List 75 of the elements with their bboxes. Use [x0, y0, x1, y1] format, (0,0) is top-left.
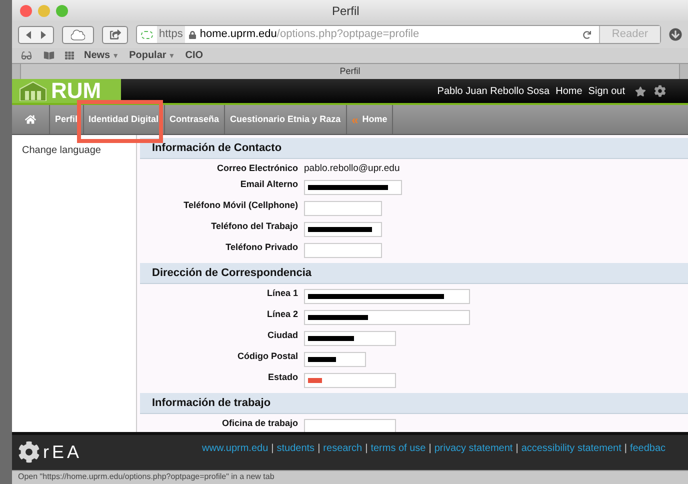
field-label: Línea 1 [266, 287, 299, 300]
footer-link[interactable]: terms of use [370, 441, 426, 456]
share-button[interactable] [102, 26, 128, 44]
nav-tab[interactable]: « Home [346, 105, 394, 134]
rum-logo: RUM [12, 79, 121, 103]
home-icon [25, 114, 36, 125]
star-icon [635, 86, 646, 96]
field-label: Teléfono Privado [224, 241, 299, 254]
nav-tab[interactable]: Perfil [50, 105, 84, 134]
field-value: pablo.rebollo@upr.edu [304, 162, 400, 176]
field-label: Estado [266, 371, 299, 384]
input-field[interactable] [304, 180, 402, 195]
bookmarks-icon [43, 51, 55, 60]
field-label: Ciudad [266, 329, 299, 342]
gear-logo-icon [18, 441, 40, 463]
url-text: home.uprm.edu/options.php?optpage=profile [200, 27, 420, 42]
footer-link[interactable]: privacy statement [434, 441, 513, 456]
window-title: Perfil [332, 2, 360, 20]
input-field[interactable] [304, 331, 396, 346]
sidebar-link[interactable]: Change language [22, 143, 136, 158]
user-name: Pablo Juan Rebollo Sosa [437, 84, 550, 98]
footer-link[interactable]: accessibility statement [521, 441, 622, 456]
link-separator: | [365, 442, 368, 456]
header-link[interactable]: Home [556, 84, 582, 98]
link-separator: | [516, 442, 518, 456]
footer-link[interactable]: feedbac [630, 441, 666, 456]
top-sites-icon [65, 51, 74, 60]
building-icon [18, 81, 48, 101]
bookmark-item[interactable]: CIO [185, 48, 204, 63]
field-label: Oficina de trabajo [220, 417, 299, 430]
input-field[interactable] [304, 243, 382, 258]
close-button[interactable] [20, 4, 32, 16]
settings-icon [654, 85, 666, 97]
footer-link[interactable]: students [276, 441, 315, 456]
input-field[interactable] [304, 352, 366, 367]
share-icon [110, 29, 120, 40]
input-field[interactable] [304, 201, 382, 216]
link-separator: | [624, 442, 627, 456]
back-forward-button[interactable] [18, 26, 54, 44]
input-field[interactable] [304, 373, 396, 388]
footer-link[interactable]: research [323, 441, 362, 456]
field-label: Línea 2 [266, 308, 299, 321]
field-label: Teléfono del Trabajo [210, 220, 299, 233]
cloud-icon [71, 28, 85, 40]
reading-list-icon [20, 51, 33, 60]
link-separator: | [271, 442, 274, 456]
rea-logo: rEA [12, 441, 202, 463]
lock-icon [188, 30, 196, 38]
site-icon [141, 30, 153, 38]
input-field[interactable] [304, 419, 396, 432]
address-bar[interactable]: https home.uprm.edu/options.php?optpage=profile Reader [136, 25, 661, 44]
browser-tab[interactable]: Perfil [20, 64, 680, 79]
footer-link[interactable]: www.uprm.edu [202, 441, 268, 456]
status-text: Open "https://home.uprm.edu/options.php?optpage=profile" in a new tab [18, 471, 276, 483]
field-label: Teléfono Móvil (Cellphone) [182, 199, 299, 212]
icloud-button[interactable] [62, 26, 94, 44]
field-label: Email Alterno [239, 178, 299, 191]
input-field[interactable] [304, 310, 470, 325]
nav-tab[interactable]: Identidad Digital [84, 105, 165, 134]
back-forward-arrows-icon [24, 30, 48, 38]
link-separator: | [428, 442, 432, 456]
nav-tab[interactable]: Cuestionario Etnia y Raza [225, 105, 347, 134]
field-label: Correo Electrónico [216, 162, 299, 175]
reload-icon [582, 30, 591, 38]
input-field[interactable] [304, 289, 470, 304]
nav-tab[interactable]: Contraseña [164, 105, 226, 134]
section-header: Dirección de Correspondencia [140, 263, 688, 284]
url-scheme: https [157, 26, 185, 43]
header-link[interactable]: Sign out [588, 84, 625, 98]
download-icon [669, 28, 682, 41]
section-header: Información de trabajo [140, 393, 688, 414]
field-label: Código Postal [236, 350, 299, 363]
input-field[interactable] [304, 222, 382, 237]
section-header: Información de Contacto [140, 138, 688, 159]
link-separator: | [318, 442, 320, 456]
